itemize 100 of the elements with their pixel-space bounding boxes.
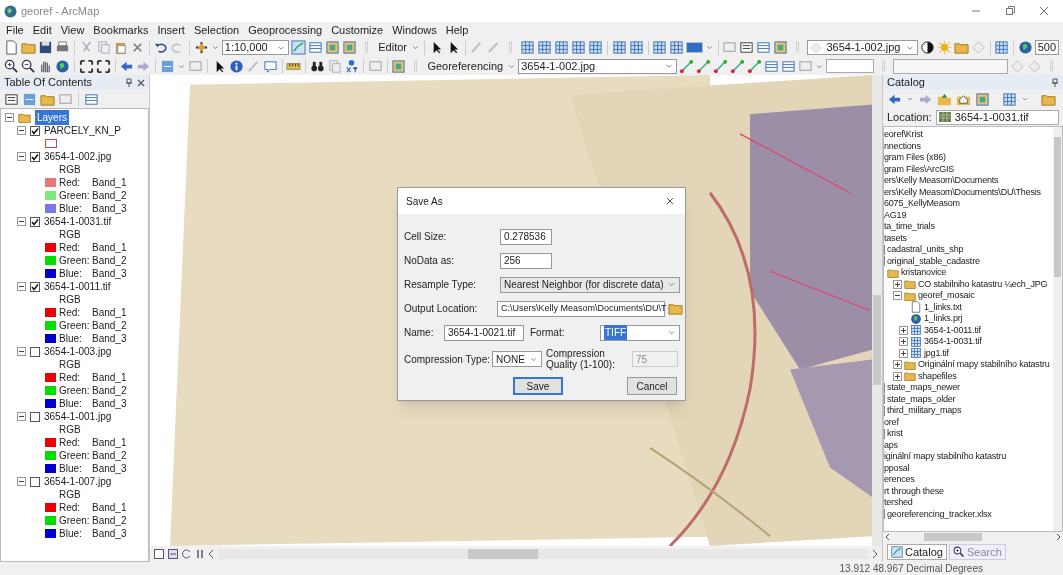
window-icon[interactable] — [975, 91, 990, 107]
editor-menu-button[interactable]: Editor — [376, 39, 409, 56]
catalog-item[interactable]: georef_mosaic — [918, 289, 975, 303]
refresh-icon[interactable] — [182, 549, 192, 559]
catalog-item[interactable]: rt through these — [884, 484, 944, 498]
layer-name[interactable]: 3654-1-003.jpg — [44, 344, 112, 359]
catalog-item[interactable]: CO stabilniho katastru ¼ech_JPG — [918, 277, 1048, 291]
catalog-item[interactable]: state_maps_older — [887, 392, 956, 406]
catalog-item[interactable]: state_maps_newer — [887, 381, 960, 395]
folder-icon[interactable] — [668, 301, 683, 316]
fixed-zoom-icon[interactable] — [95, 58, 111, 74]
georeferencing-menu-button[interactable]: Georeferencing — [425, 57, 506, 75]
data-view-icon[interactable] — [168, 549, 178, 559]
table-icon[interactable] — [763, 58, 779, 74]
window-icon[interactable] — [391, 58, 407, 74]
catalog-item[interactable]: AG19 — [884, 208, 907, 222]
collapse-icon[interactable] — [17, 477, 26, 486]
menu-item[interactable]: Geoprocessing — [248, 21, 323, 39]
layout-view-icon[interactable] — [154, 549, 164, 559]
undo-icon[interactable] — [153, 40, 169, 55]
menu-item[interactable]: Customize — [331, 21, 384, 39]
transparency-field[interactable]: 500 — [1034, 40, 1060, 55]
collapse-icon[interactable] — [17, 152, 26, 161]
georeferenced-layer-dropdown[interactable]: 3654-1-002.jpg — [518, 58, 677, 74]
expand-icon[interactable] — [899, 325, 908, 335]
close-icon[interactable] — [137, 78, 145, 87]
catalog-item[interactable]: nnections — [884, 139, 921, 153]
input-field[interactable]: C:\Users\Kelly Measom\Documents\DU\T — [497, 300, 665, 317]
scrollbar-thumb[interactable] — [924, 533, 982, 541]
panel-tab[interactable]: Catalog — [887, 544, 947, 560]
list-icon[interactable] — [739, 40, 755, 55]
caret-icon[interactable] — [704, 43, 714, 52]
scroll-right-icon[interactable] — [1056, 533, 1061, 541]
collapse-icon[interactable] — [5, 113, 14, 122]
point-link-icon[interactable] — [729, 58, 745, 74]
menu-item[interactable]: Bookmarks — [93, 21, 149, 39]
catalog-item[interactable]: tershed — [884, 496, 913, 510]
grid-icon[interactable] — [669, 40, 685, 55]
layer-name[interactable]: 3654-1-002.jpg — [44, 149, 112, 164]
zoom-out-icon[interactable] — [21, 58, 36, 74]
table-icon[interactable] — [780, 58, 796, 74]
layer-checkbox[interactable] — [30, 151, 40, 162]
scrollbar-thumb[interactable] — [873, 295, 881, 385]
globe-icon[interactable] — [55, 58, 70, 74]
point-link-icon[interactable] — [712, 58, 728, 74]
layer-checkbox[interactable] — [30, 411, 40, 422]
window-icon[interactable] — [342, 40, 358, 55]
grid-icon[interactable] — [652, 40, 668, 55]
caret-icon[interactable] — [210, 43, 220, 52]
location-field[interactable]: 3654-1-0031.tif — [935, 109, 1059, 125]
menu-item[interactable]: Help — [445, 21, 469, 39]
catalog-item[interactable]: 3654-1-0011.tif — [924, 323, 981, 337]
window-icon[interactable] — [773, 40, 789, 55]
grid-icon[interactable] — [554, 40, 570, 55]
catalog-item[interactable]: kristanovice — [901, 266, 947, 280]
up-folder-icon[interactable] — [937, 91, 952, 107]
catalog-item[interactable]: ers\Kelly Measom\Documents — [884, 174, 999, 188]
catalog-item[interactable]: jpg1.tif — [924, 346, 949, 360]
expand-icon[interactable] — [893, 279, 902, 289]
pin-icon[interactable] — [1051, 78, 1059, 87]
layer-checkbox[interactable] — [30, 125, 40, 136]
catalog-item[interactable]: gram Files (x86) — [884, 151, 946, 165]
catalog-item[interactable]: 3654-1-0031.tif — [924, 335, 982, 349]
grid-icon[interactable] — [611, 40, 627, 55]
grid-icon[interactable] — [537, 40, 553, 55]
catalog-item[interactable]: krist — [887, 427, 903, 441]
layer-name[interactable]: 3654-1-0031.tif — [44, 214, 112, 229]
scroll-left-icon[interactable] — [885, 533, 890, 541]
layer-name[interactable]: 3654-1-001.jpg — [44, 409, 112, 424]
pin-icon[interactable] — [125, 78, 133, 87]
point-link-icon[interactable] — [678, 58, 694, 74]
dropdown-field[interactable] — [892, 58, 1008, 74]
zoom-in-icon[interactable] — [4, 58, 19, 74]
dropdown[interactable]: TIFF — [600, 324, 680, 341]
list-icon[interactable] — [4, 91, 19, 107]
caret-icon[interactable] — [906, 95, 914, 103]
catalog-item[interactable]: 1_links.prj — [924, 312, 963, 326]
scrollbar-thumb[interactable] — [1054, 137, 1061, 277]
expand-icon[interactable] — [893, 360, 902, 370]
catalog-item[interactable]: 1_links.txt — [924, 300, 962, 314]
collapse-icon[interactable] — [17, 217, 26, 226]
catalog-item[interactable]: georeferencing_tracker.xlsx — [887, 507, 992, 521]
menu-item[interactable]: Edit — [32, 21, 52, 39]
expand-icon[interactable] — [899, 337, 908, 347]
table-icon[interactable] — [756, 40, 772, 55]
contrast-icon[interactable] — [919, 40, 935, 55]
expand-icon[interactable] — [899, 348, 908, 358]
catalog-item[interactable]: gram Files\ArcGIS — [884, 162, 955, 176]
input-field[interactable]: 3654-1-0021.tif — [444, 324, 524, 341]
caret-icon[interactable] — [1021, 95, 1029, 103]
catalog-item[interactable]: pposal — [884, 461, 910, 475]
add-data-icon[interactable] — [193, 40, 209, 55]
collapse-icon[interactable] — [17, 412, 26, 421]
input-field[interactable] — [825, 59, 874, 73]
scale-dropdown[interactable]: 1:10,000 — [221, 40, 290, 55]
caret-icon[interactable] — [411, 43, 420, 52]
folder-icon[interactable] — [953, 40, 969, 55]
xy-icon[interactable] — [344, 58, 360, 74]
catalog-item[interactable]: cadastral_units_shp — [887, 243, 964, 257]
save-button[interactable]: Save — [513, 377, 563, 395]
